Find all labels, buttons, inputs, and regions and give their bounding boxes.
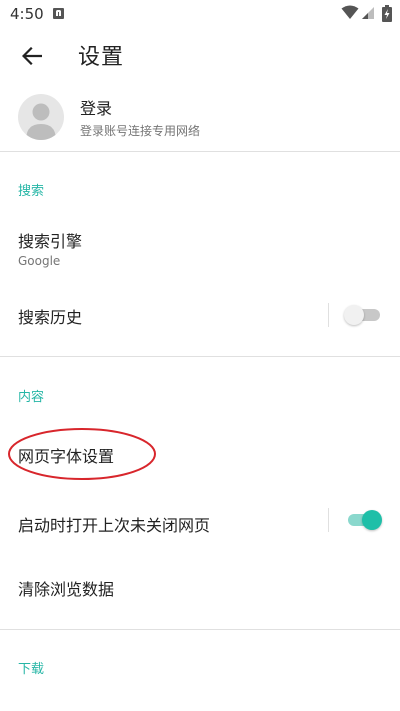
- settings-screen: 4:50 设置 登录 登录账号连接专用网络 搜索 搜索引擎 Google 搜索历…: [0, 0, 400, 711]
- divider-vertical: [328, 508, 329, 532]
- divider: [0, 629, 400, 630]
- account-sign-in-row[interactable]: 登录 登录账号连接专用网络: [0, 88, 400, 148]
- signal-icon: [362, 7, 374, 19]
- search-history-switch[interactable]: [344, 303, 384, 327]
- divider: [0, 151, 400, 152]
- pref-search-engine-title: 搜索引擎: [18, 232, 83, 251]
- notification-icon: [53, 8, 64, 19]
- divider-vertical: [328, 303, 329, 327]
- account-subtitle: 登录账号连接专用网络: [80, 124, 201, 138]
- app-bar: 设置: [0, 28, 400, 84]
- pref-search-engine[interactable]: 搜索引擎 Google: [0, 212, 400, 274]
- avatar: [18, 94, 64, 140]
- section-header-download: 下载: [18, 662, 45, 677]
- switch-thumb: [344, 305, 364, 325]
- pref-search-engine-summary: Google: [18, 254, 61, 268]
- wifi-icon: [341, 5, 359, 19]
- pref-clear-browsing-data-title: 清除浏览数据: [18, 580, 115, 599]
- status-bar: 4:50: [0, 0, 400, 28]
- divider: [0, 356, 400, 357]
- section-header-search: 搜索: [18, 184, 45, 199]
- status-time: 4:50: [10, 5, 44, 23]
- battery-charging-icon: [382, 5, 392, 22]
- arrow-back-icon: [22, 47, 42, 65]
- pref-restore-tabs-title: 启动时打开上次未关闭网页: [18, 516, 211, 535]
- page-title: 设置: [78, 45, 125, 70]
- pref-search-history-title: 搜索历史: [18, 308, 83, 327]
- pref-restore-tabs[interactable]: 启动时打开上次未关闭网页: [0, 496, 400, 550]
- switch-thumb: [362, 510, 382, 530]
- section-header-content: 内容: [18, 390, 45, 405]
- account-title: 登录: [80, 99, 113, 118]
- pref-search-history[interactable]: 搜索历史: [0, 288, 400, 342]
- back-button[interactable]: [14, 38, 50, 74]
- restore-tabs-switch[interactable]: [344, 508, 384, 532]
- pref-clear-browsing-data[interactable]: 清除浏览数据: [0, 560, 400, 614]
- red-highlight-ellipse: [8, 428, 156, 480]
- person-icon: [26, 103, 56, 140]
